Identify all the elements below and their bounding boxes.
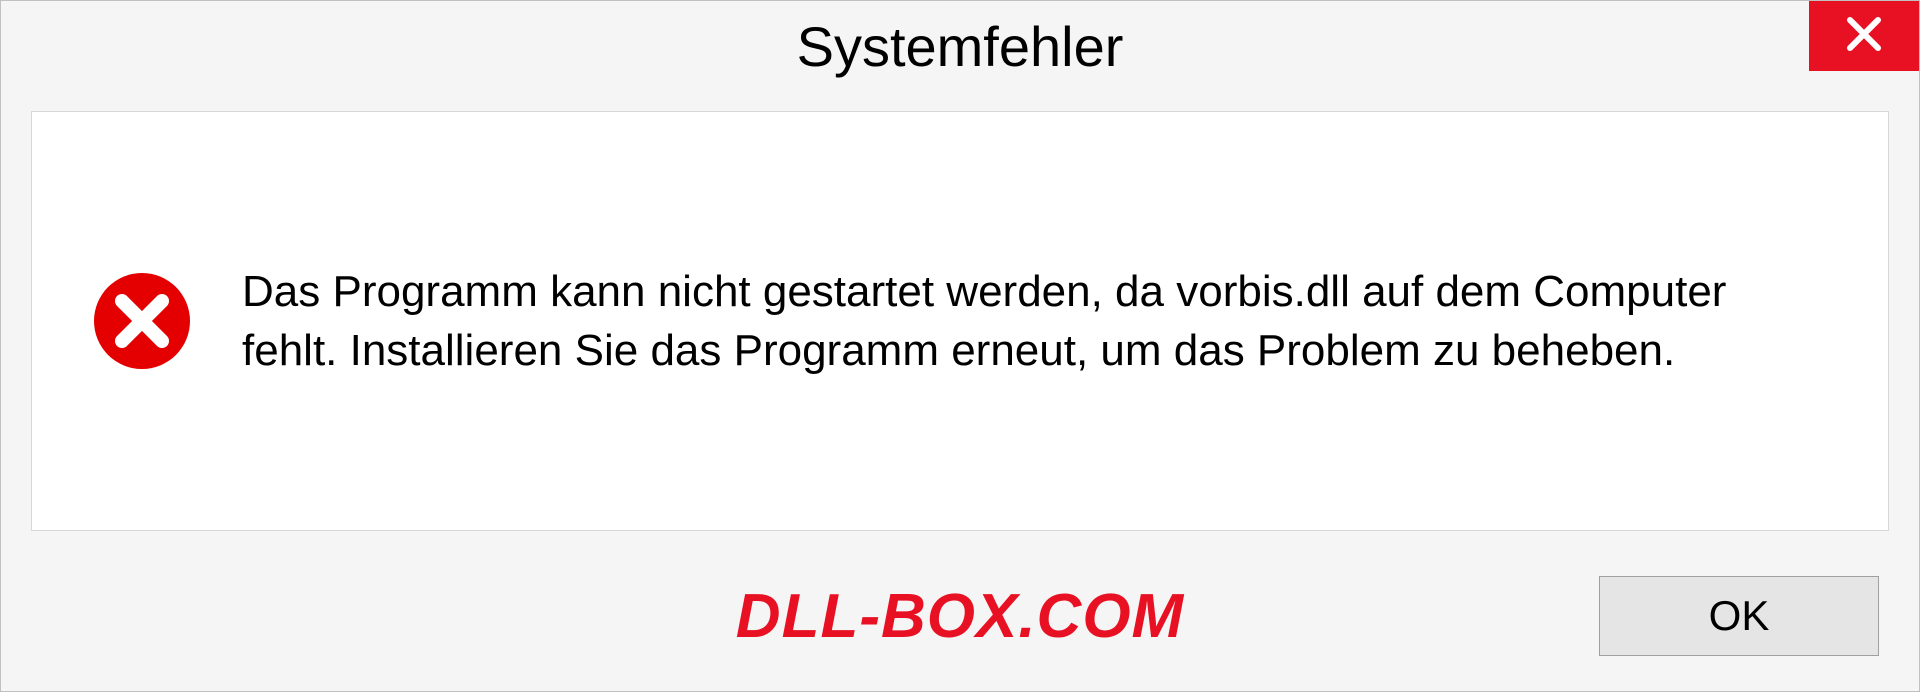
close-icon [1844, 14, 1884, 59]
error-icon [92, 271, 192, 371]
content-area: Das Programm kann nicht gestartet werden… [31, 111, 1889, 531]
titlebar: Systemfehler [1, 1, 1919, 91]
close-button[interactable] [1809, 1, 1919, 71]
dialog-title: Systemfehler [797, 14, 1124, 79]
ok-button[interactable]: OK [1599, 576, 1879, 656]
error-dialog: Systemfehler Das Programm kann nicht ges… [0, 0, 1920, 692]
watermark-text: DLL-BOX.COM [736, 581, 1184, 652]
dialog-footer: DLL-BOX.COM OK [1, 561, 1919, 691]
error-message: Das Programm kann nicht gestartet werden… [242, 262, 1828, 381]
